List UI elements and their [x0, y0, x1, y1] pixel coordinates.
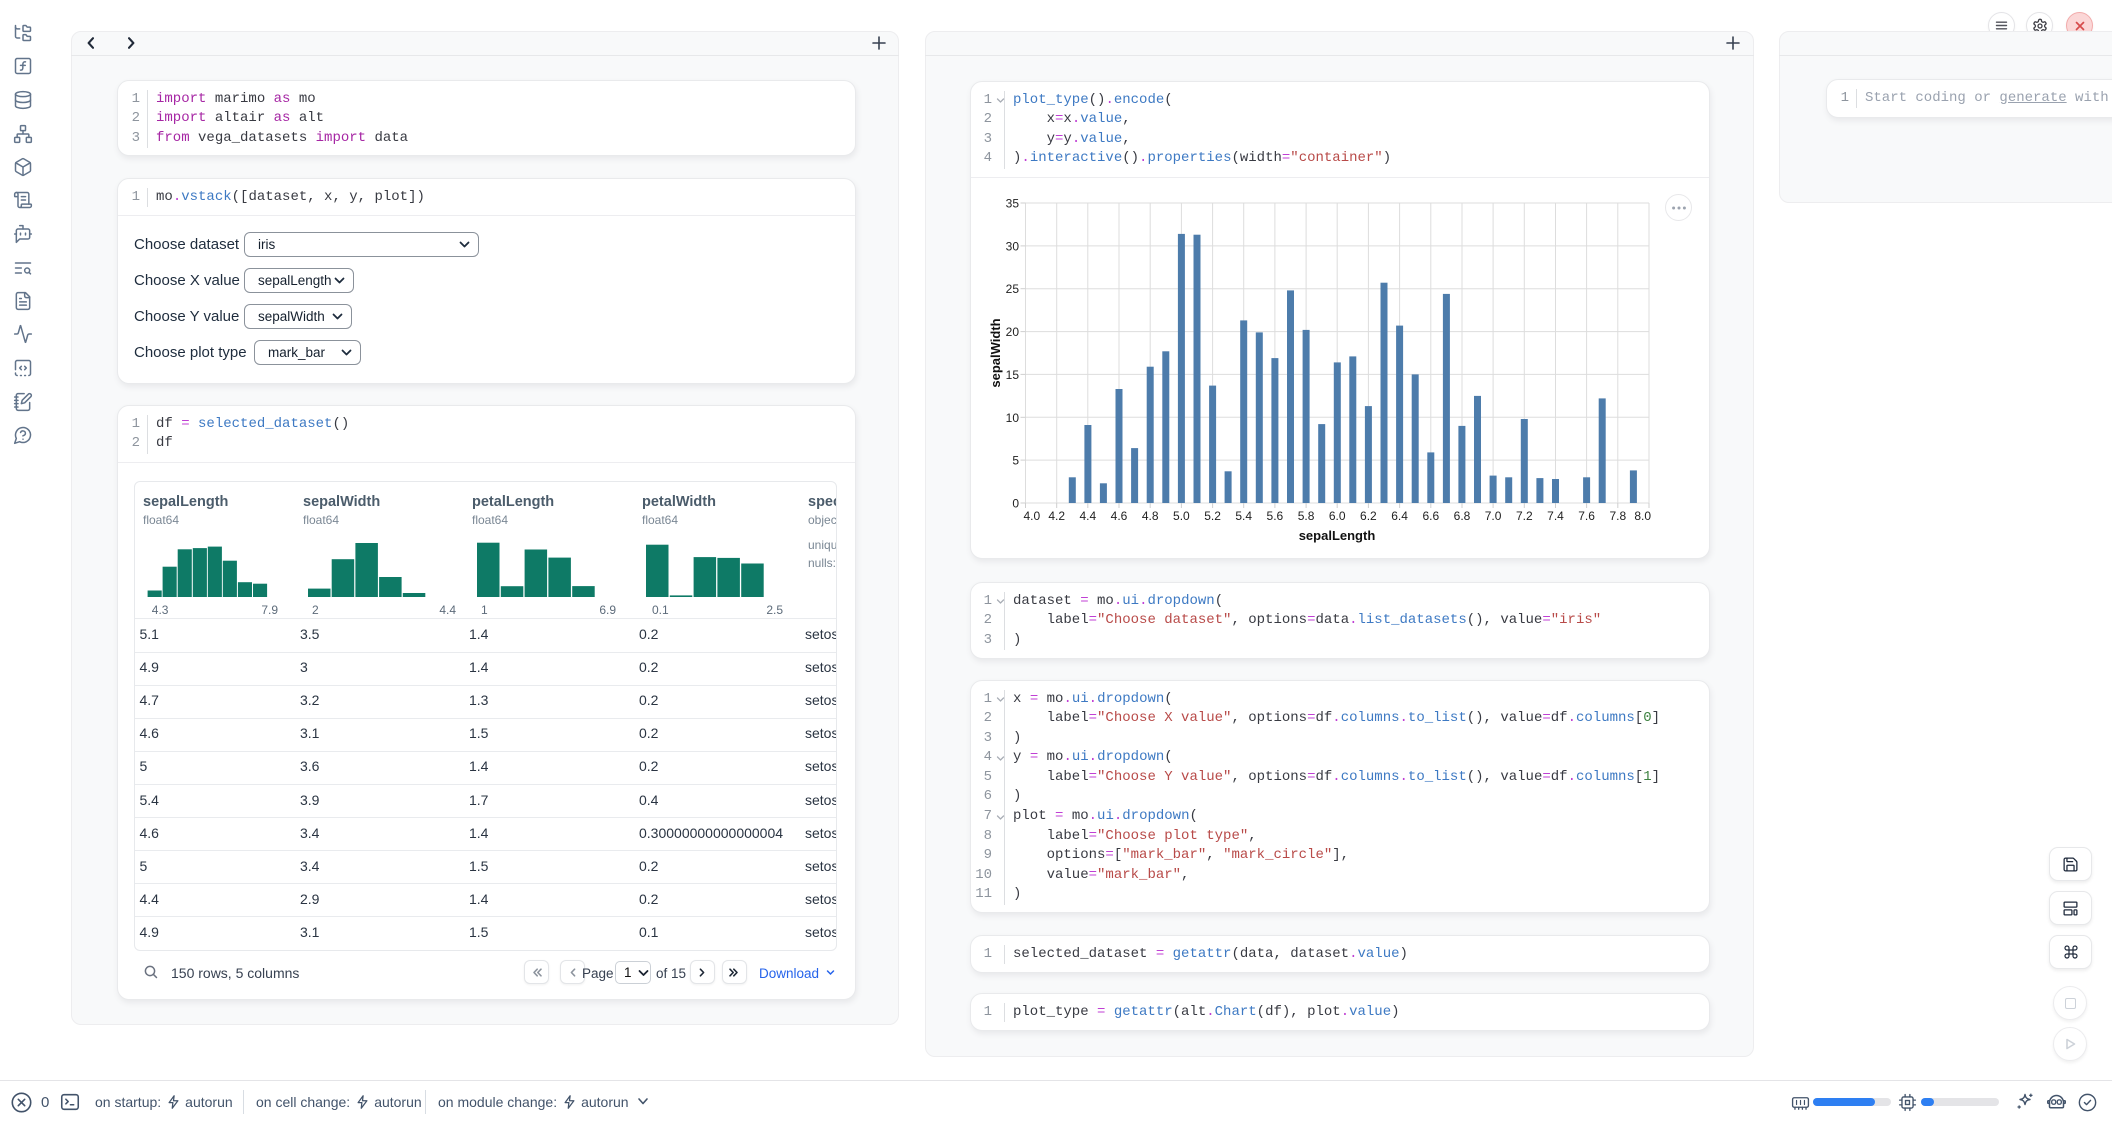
svg-text:4.8: 4.8 [1142, 509, 1159, 523]
svg-text:5.2: 5.2 [1204, 509, 1221, 523]
svg-text:4.6: 4.6 [1111, 509, 1128, 523]
svg-text:7.8: 7.8 [1609, 509, 1626, 523]
svg-text:25: 25 [1006, 282, 1020, 296]
svg-text:6.0: 6.0 [1329, 509, 1346, 523]
svg-text:5.4: 5.4 [1235, 509, 1252, 523]
svg-text:5.6: 5.6 [1267, 509, 1284, 523]
svg-text:7.0: 7.0 [1485, 509, 1502, 523]
svg-text:20: 20 [1006, 325, 1020, 339]
svg-text:sepalLength: sepalLength [1299, 528, 1376, 543]
svg-text:7.4: 7.4 [1547, 509, 1564, 523]
svg-text:6.2: 6.2 [1360, 509, 1377, 523]
svg-text:7.6: 7.6 [1578, 509, 1595, 523]
svg-text:7.2: 7.2 [1516, 509, 1533, 523]
svg-text:6.6: 6.6 [1422, 509, 1439, 523]
svg-text:5.0: 5.0 [1173, 509, 1190, 523]
svg-text:0: 0 [1012, 497, 1019, 511]
svg-text:5: 5 [1012, 454, 1019, 468]
svg-text:30: 30 [1006, 239, 1020, 253]
svg-text:10: 10 [1006, 411, 1020, 425]
svg-text:4.0: 4.0 [1024, 509, 1041, 523]
svg-text:6.4: 6.4 [1391, 509, 1408, 523]
svg-text:5.8: 5.8 [1298, 509, 1315, 523]
svg-text:4.4: 4.4 [1079, 509, 1096, 523]
svg-text:6.8: 6.8 [1454, 509, 1471, 523]
svg-text:8.0: 8.0 [1634, 509, 1651, 523]
svg-text:35: 35 [1006, 197, 1020, 211]
svg-text:15: 15 [1006, 368, 1020, 382]
svg-text:sepalWidth: sepalWidth [988, 318, 1003, 387]
svg-text:4.2: 4.2 [1048, 509, 1065, 523]
